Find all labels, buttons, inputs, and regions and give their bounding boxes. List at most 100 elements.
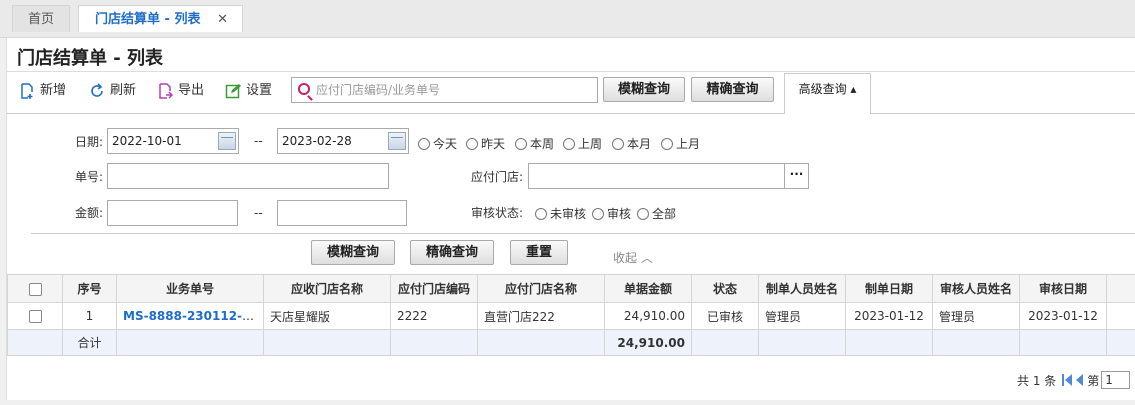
settings-button[interactable]: 设置 bbox=[225, 82, 272, 100]
column-header[interactable]: 业务单号 bbox=[116, 274, 264, 303]
export-icon bbox=[157, 83, 174, 99]
total-blank bbox=[691, 329, 759, 356]
range-this-week-radio[interactable]: 本周 bbox=[515, 135, 554, 152]
pagination: 共 1 条 第 1 bbox=[1017, 371, 1131, 389]
column-header[interactable]: 应付门店名称 bbox=[477, 274, 605, 303]
row-checkbox[interactable] bbox=[7, 302, 63, 330]
range-this-month-radio[interactable]: 本月 bbox=[612, 135, 651, 152]
column-header[interactable]: 审核日期 bbox=[1019, 274, 1107, 303]
close-icon[interactable]: ✕ bbox=[217, 6, 228, 33]
radio-label: 未审核 bbox=[550, 207, 587, 221]
order-number-input[interactable] bbox=[107, 163, 389, 189]
exact-search-button[interactable]: 精确查询 bbox=[691, 77, 774, 102]
radio-label: 审核 bbox=[607, 207, 632, 221]
divider bbox=[7, 113, 1135, 114]
receivable-store-name: 天店星耀版 bbox=[263, 302, 391, 330]
first-page-icon[interactable] bbox=[1062, 374, 1073, 386]
audit-all-radio[interactable]: 全部 bbox=[637, 205, 676, 222]
create-date: 2023-01-12 bbox=[845, 302, 933, 330]
tab-home[interactable]: 首页 bbox=[12, 5, 70, 32]
page-title: 门店结算单 - 列表 bbox=[17, 48, 164, 69]
filter-exact-search-button[interactable]: 精确查询 bbox=[410, 240, 494, 265]
amount-label: 金额: bbox=[75, 206, 104, 220]
total-blank bbox=[390, 329, 478, 356]
add-icon bbox=[19, 83, 35, 99]
payable-store-name: 直营门店222 bbox=[477, 302, 605, 330]
refresh-button[interactable]: 刷新 bbox=[89, 82, 136, 100]
column-header[interactable]: 状态 bbox=[691, 274, 759, 303]
tab-store-settlement[interactable]: 门店结算单 - 列表 ✕ bbox=[78, 5, 243, 32]
radio-circle bbox=[661, 137, 673, 150]
audit-status-label: 审核状态: bbox=[471, 206, 524, 220]
radio-circle bbox=[535, 207, 547, 220]
total-row: 合计 24,910.00 bbox=[7, 329, 1135, 356]
column-header[interactable]: 制单人员姓名 bbox=[758, 274, 846, 303]
column-header[interactable]: 审核人员姓名 bbox=[932, 274, 1020, 303]
page-number-input[interactable]: 1 bbox=[1101, 371, 1131, 389]
filter-fuzzy-search-button[interactable]: 模糊查询 bbox=[311, 240, 395, 265]
refresh-label: 刷新 bbox=[110, 83, 137, 98]
date-from-field[interactable]: 2022-10-01 bbox=[107, 128, 239, 154]
audit-audited-radio[interactable]: 审核 bbox=[592, 205, 631, 222]
radio-circle bbox=[637, 207, 649, 220]
radio-label: 上周 bbox=[578, 137, 603, 151]
divider bbox=[7, 71, 1135, 72]
tab-label: 门店结算单 - 列表 bbox=[95, 12, 201, 27]
total-blank bbox=[758, 329, 846, 356]
range-today-radio[interactable]: 今天 bbox=[418, 135, 457, 152]
column-header[interactable]: 制单日期 bbox=[845, 274, 933, 303]
fuzzy-search-button[interactable]: 模糊查询 bbox=[603, 77, 685, 102]
document-amount: 24,910.00 bbox=[604, 302, 692, 330]
column-header[interactable]: 序号 bbox=[62, 274, 117, 303]
payable-store-picker[interactable]: ··· bbox=[528, 163, 809, 189]
row-filler bbox=[1106, 302, 1135, 330]
calendar-icon[interactable] bbox=[218, 132, 236, 150]
total-blank bbox=[845, 329, 933, 356]
creator-name: 管理员 bbox=[758, 302, 846, 330]
radio-label: 本周 bbox=[530, 137, 555, 151]
table-row[interactable]: 1 MS-8888-230112-00... 天店星耀版 2222 直营门店22… bbox=[7, 302, 1135, 330]
reset-button[interactable]: 重置 bbox=[510, 240, 568, 265]
export-label: 导出 bbox=[178, 83, 205, 98]
amount-min-input[interactable] bbox=[107, 200, 238, 226]
total-amount: 24,910.00 bbox=[604, 329, 692, 356]
radio-circle bbox=[592, 207, 604, 220]
radio-circle bbox=[612, 137, 624, 150]
payable-store-code: 2222 bbox=[390, 302, 478, 330]
order-number-link[interactable]: MS-8888-230112-00... bbox=[116, 302, 264, 330]
calendar-icon[interactable] bbox=[388, 132, 406, 150]
radio-label: 今天 bbox=[433, 137, 458, 151]
range-yesterday-radio[interactable]: 昨天 bbox=[466, 135, 505, 152]
amount-max-input[interactable] bbox=[277, 200, 407, 226]
select-all-checkbox[interactable] bbox=[7, 274, 63, 303]
previous-page-icon[interactable] bbox=[1076, 374, 1084, 386]
range-last-week-radio[interactable]: 上周 bbox=[563, 135, 602, 152]
advanced-search-toggle[interactable]: 高级查询 ▴ bbox=[784, 73, 871, 114]
total-blank bbox=[263, 329, 391, 356]
add-button[interactable]: 新增 bbox=[19, 82, 66, 100]
export-button[interactable]: 导出 bbox=[157, 82, 204, 100]
amount-separator: -- bbox=[254, 206, 263, 220]
add-label: 新增 bbox=[40, 83, 67, 98]
radio-circle bbox=[563, 137, 575, 150]
date-to-field[interactable]: 2023-02-28 bbox=[277, 128, 409, 154]
search-icon bbox=[298, 83, 310, 95]
order-number-label: 单号: bbox=[75, 170, 104, 184]
audit-unaudited-radio[interactable]: 未审核 bbox=[535, 205, 586, 222]
total-label: 合计 bbox=[62, 329, 117, 356]
refresh-icon bbox=[89, 83, 105, 99]
audit-date: 2023-01-12 bbox=[1019, 302, 1107, 330]
results-table: 序号 业务单号 应收门店名称 应付门店编码 应付门店名称 单据金额 状态 制单人… bbox=[7, 274, 1135, 356]
range-last-month-radio[interactable]: 上月 bbox=[661, 135, 700, 152]
column-header[interactable]: 单据金额 bbox=[604, 274, 692, 303]
collapse-filters-link[interactable]: 收起 ︿ bbox=[613, 249, 653, 266]
column-header[interactable]: 应付门店编码 bbox=[390, 274, 478, 303]
more-options-icon[interactable]: ··· bbox=[784, 164, 808, 188]
radio-label: 上月 bbox=[676, 137, 701, 151]
column-header[interactable]: 应收门店名称 bbox=[263, 274, 391, 303]
divider bbox=[31, 233, 1135, 234]
search-input[interactable] bbox=[316, 81, 591, 99]
radio-circle bbox=[515, 137, 527, 150]
table-header-row: 序号 业务单号 应收门店名称 应付门店编码 应付门店名称 单据金额 状态 制单人… bbox=[7, 274, 1135, 303]
auditor-name: 管理员 bbox=[932, 302, 1020, 330]
